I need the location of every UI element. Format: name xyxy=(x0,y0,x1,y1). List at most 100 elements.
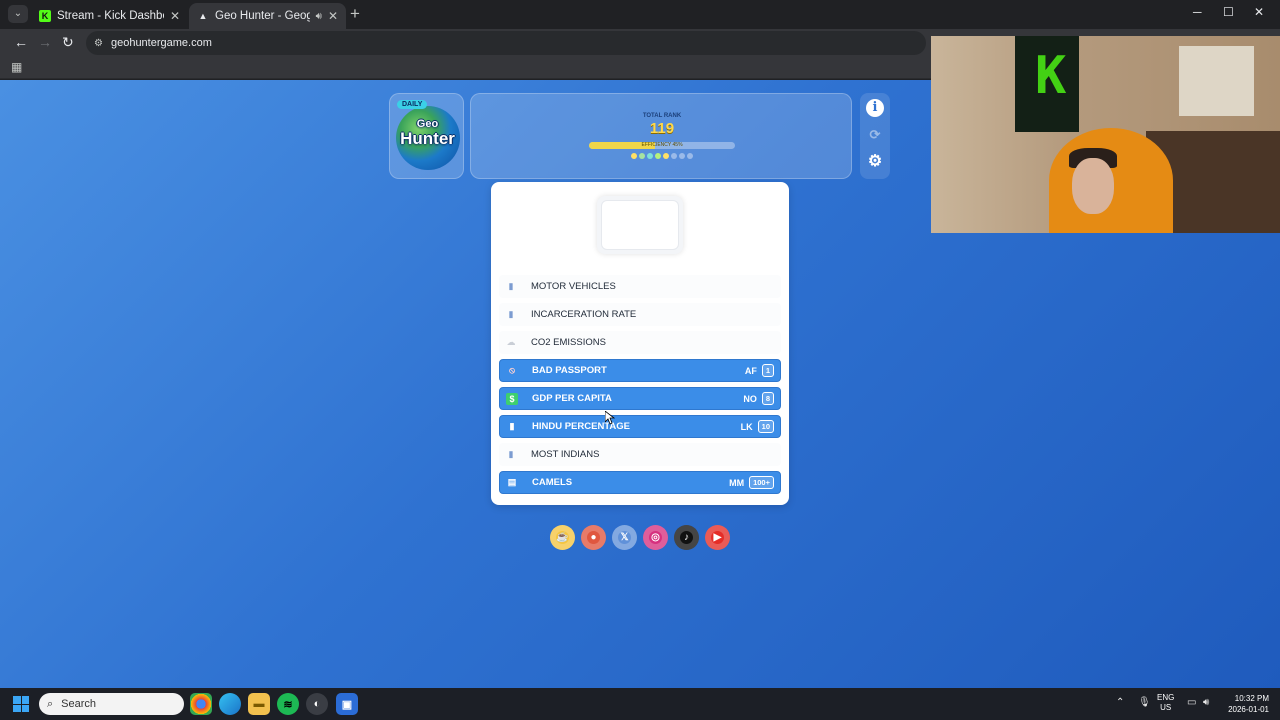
rank-badge: 1 xyxy=(761,364,774,377)
minimize-icon[interactable]: ─ xyxy=(1193,5,1202,19)
close-icon[interactable]: ✕ xyxy=(328,9,338,23)
tiktok-icon[interactable]: ♪ xyxy=(674,525,699,550)
geohunter-icon: ▲ xyxy=(198,11,208,21)
close-window-icon[interactable]: ✕ xyxy=(1254,5,1264,19)
forward-icon[interactable]: → xyxy=(38,34,52,50)
tab-title: Geo Hunter - Geography Q xyxy=(215,10,310,22)
category-label: GDP PER CAPITA xyxy=(532,393,612,404)
flag-placeholder xyxy=(601,200,679,250)
taskbar-search[interactable]: ⌕ Search xyxy=(39,693,184,715)
volume-icon[interactable]: 🔊︎ xyxy=(1203,697,1209,708)
microphone-icon[interactable]: 🎙︎ xyxy=(1138,697,1151,708)
back-icon[interactable]: ← xyxy=(14,34,28,50)
category-row[interactable]: $ GDP PER CAPITA NO 8 xyxy=(499,387,781,410)
reload-icon[interactable]: ↻ xyxy=(62,34,74,51)
network-icon[interactable]: ▭ xyxy=(1187,697,1196,708)
money-icon: $ xyxy=(506,392,518,405)
category-row[interactable]: ▮ HINDU PERCENTAGE LK 10 xyxy=(499,415,781,438)
progress-dot xyxy=(671,153,677,159)
calendar-app-icon[interactable]: ▣ xyxy=(336,693,358,715)
taskbar-search-placeholder: Search xyxy=(61,698,97,710)
chevron-up-icon[interactable]: ⌃ xyxy=(1116,697,1124,708)
category-row[interactable]: ▮ INCARCERATION RATE xyxy=(499,303,781,326)
progress-dot xyxy=(631,153,637,159)
tab-search-button[interactable]: ⌄ xyxy=(8,5,28,23)
progress-dot xyxy=(679,153,685,159)
kick-banner: K xyxy=(1015,36,1079,132)
rank-badge: 10 xyxy=(757,420,774,433)
rank-badge: 8 xyxy=(761,392,774,405)
apps-grid-icon[interactable]: ▦ xyxy=(11,60,22,74)
bar-chart-icon: ▮ xyxy=(508,309,514,319)
question-card: ▮ MOTOR VEHICLES ▮ INCARCERATION RATE ☁ CO2 E… xyxy=(491,182,789,505)
category-label: BAD PASSPORT xyxy=(532,365,607,376)
category-label: CO2 EMISSIONS xyxy=(531,337,606,348)
spotify-icon[interactable]: ≋ xyxy=(277,693,299,715)
gear-icon[interactable]: ⚙ xyxy=(866,153,884,171)
progress-dot xyxy=(663,153,669,159)
category-row[interactable]: ▮ MOST INDIANS xyxy=(499,443,781,466)
coffee-icon[interactable]: ☕ xyxy=(550,525,575,550)
webcam-overlay: K xyxy=(931,36,1280,233)
country-code: LK xyxy=(740,421,753,432)
tab-geo-hunter[interactable]: ▲ Geo Hunter - Geography Q 🔊︎ ✕ xyxy=(189,3,346,29)
chrome-icon[interactable] xyxy=(190,693,212,715)
mouse-cursor xyxy=(605,411,615,425)
camel-icon: ▤ xyxy=(507,477,517,487)
category-label: INCARCERATION RATE xyxy=(531,309,637,320)
streamer-face xyxy=(1072,158,1114,214)
progress-dot xyxy=(687,153,693,159)
social-links: ☕ ● 𝕏 ◎ ♪ ▶ xyxy=(550,525,730,550)
country-code: MM xyxy=(729,477,745,488)
search-icon: ⌕ xyxy=(47,697,54,710)
category-label: CAMELS xyxy=(532,477,573,488)
close-icon[interactable]: ✕ xyxy=(170,9,180,23)
bar-chart-icon: ▮ xyxy=(508,449,514,459)
bar-chart-icon: ▮ xyxy=(508,281,514,291)
app-icon[interactable]: ◐ xyxy=(306,693,328,715)
progress-dot xyxy=(655,153,661,159)
new-tab-button[interactable]: + xyxy=(350,4,360,24)
instagram-icon[interactable]: ◎ xyxy=(643,525,668,550)
kick-icon: K xyxy=(39,10,51,22)
region-code: US xyxy=(1160,703,1172,712)
windows-taskbar: ⌕ Search ▬ ≋ ◐ ▣ ⌃ 🎙︎ ENG US ▭ 🔊︎ 10:32 … xyxy=(0,688,1280,720)
category-row[interactable]: ▮ MOTOR VEHICLES xyxy=(499,275,781,298)
progress-dots xyxy=(631,153,693,159)
language-indicator[interactable]: ENG US xyxy=(1157,693,1174,713)
logo-hunter: Hunter xyxy=(400,129,455,148)
cloud-icon: ☁ xyxy=(506,337,516,347)
country-code: AF xyxy=(744,365,757,376)
bar-chart-icon: ▮ xyxy=(509,421,515,431)
refresh-icon[interactable]: ⟳ xyxy=(866,126,884,144)
windows-start-icon[interactable] xyxy=(13,696,29,712)
tab-kick-dashboard[interactable]: K Stream - Kick Dashboard ✕ xyxy=(31,3,188,29)
file-explorer-icon[interactable]: ▬ xyxy=(248,693,270,715)
game-logo[interactable]: DAILY Geo Hunter xyxy=(389,93,464,179)
info-icon[interactable]: i xyxy=(866,99,884,117)
category-row[interactable]: ⦸ BAD PASSPORT AF 1 xyxy=(499,359,781,382)
category-label: MOST INDIANS xyxy=(531,449,600,460)
youtube-icon[interactable]: ▶ xyxy=(705,525,730,550)
category-label: HINDU PERCENTAGE xyxy=(532,421,630,432)
progress-dot xyxy=(647,153,653,159)
category-row[interactable]: ▤ CAMELS MM 100+ xyxy=(499,471,781,494)
rank-badge: 100+ xyxy=(749,476,774,489)
kick-logo: K xyxy=(1035,46,1067,106)
category-row[interactable]: ☁ CO2 EMISSIONS xyxy=(499,331,781,354)
tab-title: Stream - Kick Dashboard xyxy=(57,10,164,22)
no-entry-icon: ⦸ xyxy=(509,365,515,375)
speaker-icon[interactable]: 🔊︎ xyxy=(316,11,322,22)
system-clock[interactable]: 10:32 PM 2026-01-01 xyxy=(1224,693,1269,715)
address-bar[interactable]: ⚙ geohuntergame.com xyxy=(86,31,926,55)
x-icon[interactable]: 𝕏 xyxy=(612,525,637,550)
total-rank-label: TOTAL RANK xyxy=(642,113,682,119)
url-text: geohuntergame.com xyxy=(110,37,212,49)
patreon-icon[interactable]: ● xyxy=(581,525,606,550)
maximize-icon[interactable]: ☐ xyxy=(1223,5,1234,19)
daily-badge: DAILY xyxy=(397,100,428,109)
site-info-icon[interactable]: ⚙ xyxy=(94,38,103,49)
language-code: ENG xyxy=(1157,693,1175,702)
webcam-doorway xyxy=(1179,46,1254,116)
edge-icon[interactable] xyxy=(219,693,241,715)
